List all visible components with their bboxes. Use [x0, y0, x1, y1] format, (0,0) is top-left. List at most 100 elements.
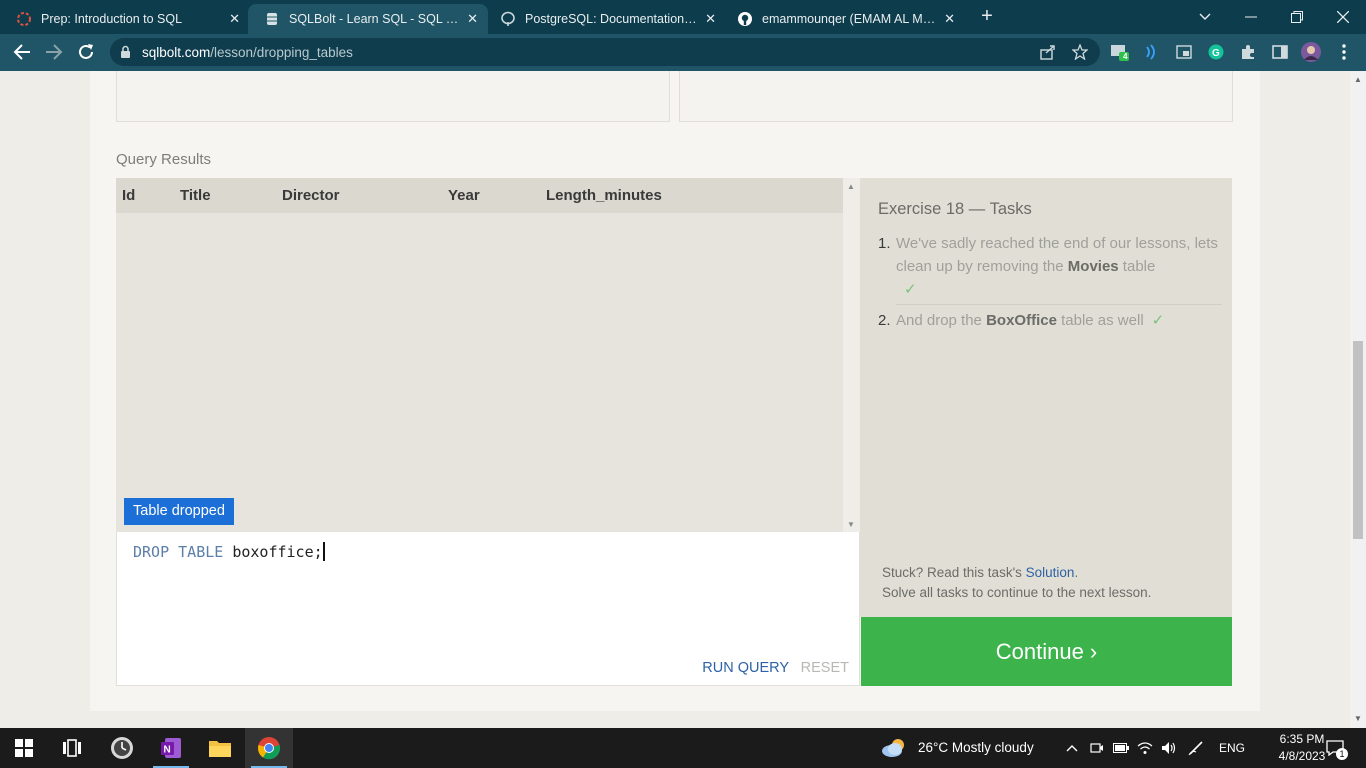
close-icon[interactable]: ✕: [229, 11, 240, 27]
page-viewport: Query Results Id Title Director Year Len…: [0, 71, 1350, 728]
scroll-down-icon[interactable]: ▼: [1354, 714, 1362, 723]
close-icon[interactable]: ✕: [944, 11, 955, 27]
extension-folder-icon[interactable]: 4: [1110, 42, 1130, 62]
pen-icon[interactable]: [1184, 728, 1208, 768]
browser-tab-strip: Prep: Introduction to SQL ✕ SQLBolt - Le…: [0, 0, 1366, 34]
tasks-title: Exercise 18 — Tasks: [878, 200, 1032, 218]
tab-prep[interactable]: Prep: Introduction to SQL ✕: [0, 4, 250, 34]
lock-icon: [120, 45, 131, 64]
scrollbar-thumb[interactable]: [1353, 341, 1363, 539]
query-results-table: Id Title Director Year Length_minutes ▲ …: [116, 178, 860, 532]
solve-hint: Solve all tasks to continue to the next …: [882, 585, 1152, 600]
tab-sqlbolt[interactable]: SQLBolt - Learn SQL - SQL Lesson ✕: [248, 4, 488, 34]
results-scrollbar[interactable]: ▲ ▼: [843, 178, 860, 532]
continue-button[interactable]: Continue ›: [861, 617, 1232, 686]
task-item: 1. We've sadly reached the end of our le…: [878, 232, 1224, 302]
column-header: Id: [122, 187, 136, 204]
share-icon[interactable]: [1038, 42, 1058, 62]
scroll-up-icon[interactable]: ▲: [1354, 75, 1362, 84]
stuck-hint: Stuck? Read this task's Solution. Solve …: [882, 563, 1151, 603]
tab-github[interactable]: emammounqer (EMAM AL MOUNQER) ✕: [721, 4, 965, 34]
stuck-text: Stuck? Read this task's: [882, 565, 1026, 580]
profile-avatar[interactable]: [1301, 42, 1321, 62]
sql-code[interactable]: DROP TABLE boxoffice;: [133, 542, 325, 561]
windows-start-icon[interactable]: [0, 728, 48, 768]
scroll-up-icon[interactable]: ▲: [847, 182, 855, 191]
sql-keyword: DROP: [133, 543, 170, 561]
side-panel-icon[interactable]: [1270, 42, 1290, 62]
close-window-icon[interactable]: [1320, 0, 1366, 34]
table-preview-panel-right: [679, 71, 1233, 122]
page-scrollbar[interactable]: ▲ ▼: [1350, 71, 1366, 728]
check-icon: ✓: [1151, 312, 1165, 329]
notification-count: 1: [1336, 748, 1348, 760]
svg-text:G: G: [1212, 48, 1220, 59]
task-text-part: table as well: [1056, 312, 1144, 329]
results-header-row: Id Title Director Year Length_minutes: [116, 178, 843, 213]
query-results-label: Query Results: [116, 151, 212, 168]
meet-now-icon[interactable]: [1085, 728, 1109, 768]
status-badge: Table dropped: [124, 498, 234, 525]
clock-app-icon[interactable]: [98, 728, 146, 768]
bookmark-star-icon[interactable]: [1070, 42, 1090, 62]
close-icon[interactable]: ✕: [705, 11, 716, 27]
picture-in-picture-icon[interactable]: [1174, 42, 1194, 62]
task-item: 2. And drop the BoxOffice table as well ✓: [878, 309, 1224, 333]
sqlbolt-icon: [264, 11, 280, 27]
minimize-icon[interactable]: [1228, 0, 1274, 34]
weather-text[interactable]: 26°C Mostly cloudy: [918, 740, 1034, 755]
prep-icon: [16, 11, 32, 27]
sql-text: boxoffice;: [232, 543, 323, 561]
notifications-icon[interactable]: 1: [1320, 728, 1350, 768]
forward-icon[interactable]: [41, 39, 67, 65]
tab-postgres[interactable]: PostgreSQL: Documentation: 9.4 ✕: [484, 4, 726, 34]
svg-text:N: N: [164, 745, 171, 756]
tab-title: SQLBolt - Learn SQL - SQL Lesson: [289, 12, 465, 26]
column-header: Title: [180, 187, 211, 204]
task-text-part: table: [1118, 258, 1156, 275]
reload-icon[interactable]: [73, 39, 99, 65]
volume-icon[interactable]: [1157, 728, 1181, 768]
lesson-sheet: Query Results Id Title Director Year Len…: [90, 71, 1260, 711]
scroll-down-icon[interactable]: ▼: [847, 520, 855, 529]
task-number: 2.: [878, 312, 891, 329]
extensions-puzzle-icon[interactable]: [1238, 42, 1258, 62]
tab-title: PostgreSQL: Documentation: 9.4: [525, 12, 697, 26]
onenote-icon[interactable]: N: [147, 728, 195, 768]
grammarly-icon[interactable]: G: [1206, 42, 1226, 62]
close-icon[interactable]: ✕: [467, 11, 478, 27]
url-path: /lesson/dropping_tables: [210, 45, 353, 60]
task-text-part: We've sadly reached the end of our lesso…: [896, 235, 1218, 275]
reset-button[interactable]: RESET: [801, 660, 849, 676]
task-text-part: And drop the: [896, 312, 987, 329]
extension-badge: 4: [1123, 52, 1128, 61]
solution-link[interactable]: Solution: [1026, 565, 1075, 580]
check-icon: ✓: [904, 281, 917, 298]
task-divider: [896, 304, 1222, 305]
restore-icon[interactable]: [1274, 0, 1320, 34]
github-icon: [737, 11, 753, 27]
task-text: And drop the BoxOffice table as well ✓: [896, 309, 1226, 332]
stuck-text: .: [1074, 565, 1079, 580]
new-tab-button[interactable]: +: [976, 6, 998, 28]
postgres-icon: [500, 11, 516, 27]
back-icon[interactable]: [9, 39, 35, 65]
task-view-icon[interactable]: [48, 728, 96, 768]
address-bar[interactable]: sqlbolt.com/lesson/dropping_tables: [110, 38, 1100, 66]
windows-taskbar: N 26°C Mostly cloudy ENG 6:35 PM 4/8/202…: [0, 728, 1366, 768]
tab-search-icon[interactable]: [1182, 0, 1228, 34]
text-caret: [322, 542, 325, 561]
column-header: Year: [448, 187, 480, 204]
file-explorer-icon[interactable]: [196, 728, 244, 768]
read-aloud-icon[interactable]: [1142, 42, 1162, 62]
language-indicator[interactable]: ENG: [1219, 741, 1245, 755]
weather-icon[interactable]: [874, 728, 914, 768]
tasks-panel: Exercise 18 — Tasks 1. We've sadly reach…: [860, 178, 1232, 617]
chrome-icon[interactable]: [245, 728, 293, 768]
browser-menu-icon[interactable]: [1334, 42, 1354, 62]
wifi-icon[interactable]: [1133, 728, 1157, 768]
chevron-up-icon[interactable]: [1060, 728, 1084, 768]
run-query-button[interactable]: RUN QUERY: [702, 660, 789, 676]
battery-icon[interactable]: [1109, 728, 1133, 768]
sql-editor[interactable]: DROP TABLE boxoffice; RUN QUERY RESET: [116, 532, 860, 686]
